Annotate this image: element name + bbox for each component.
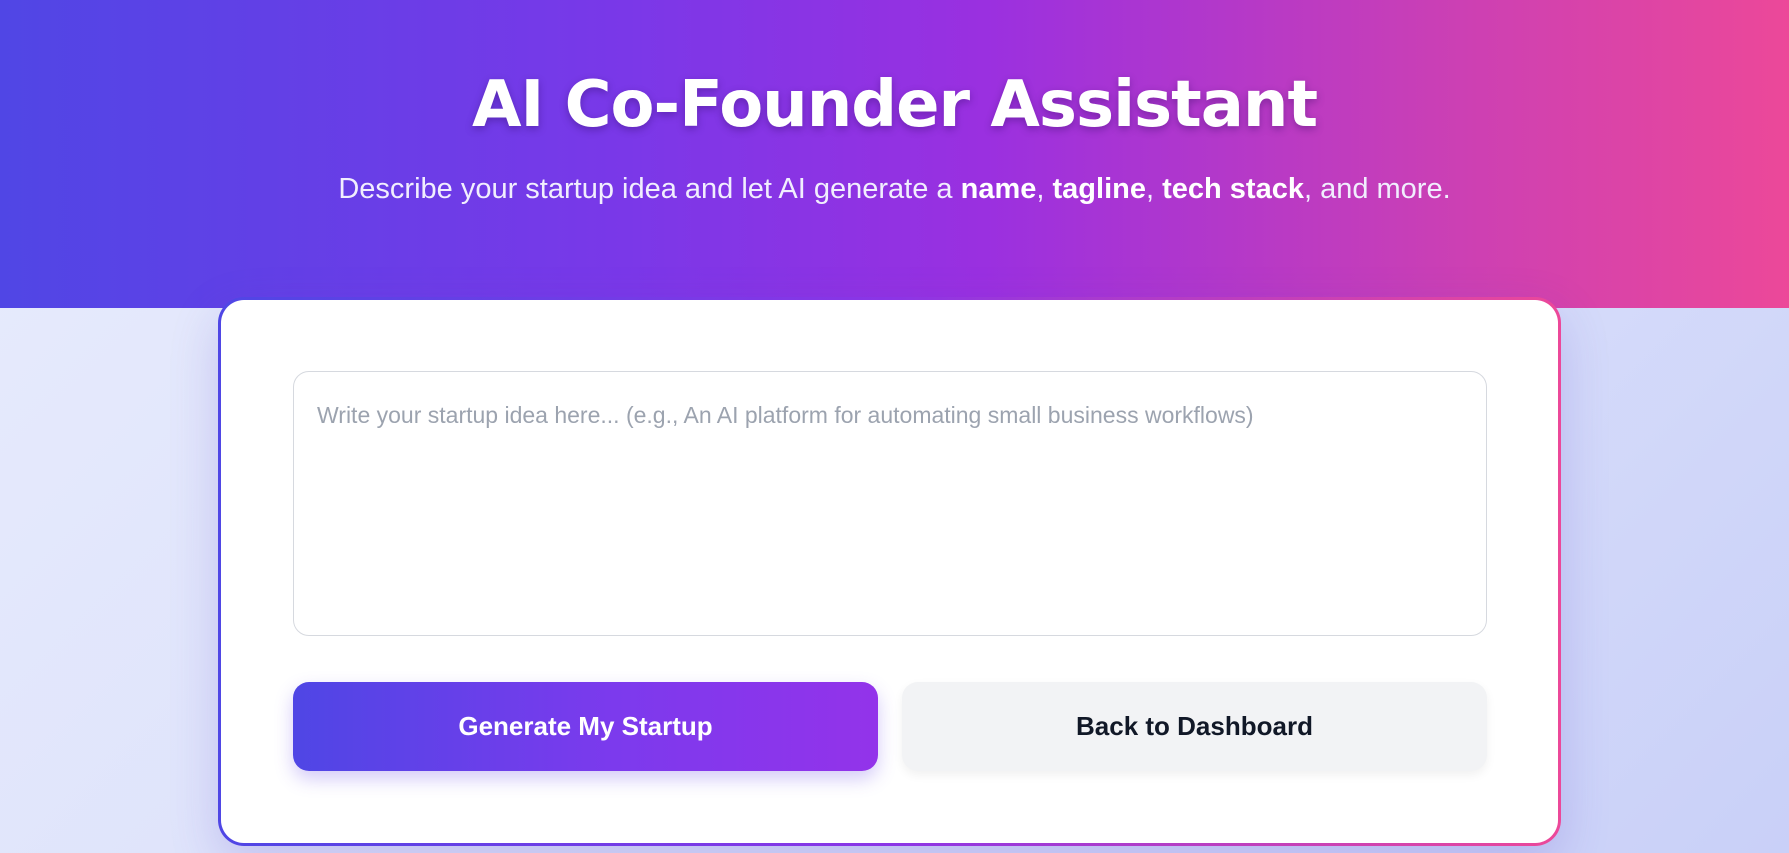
- hero-banner: AI Co-Founder Assistant Describe your st…: [0, 0, 1789, 308]
- subtitle-highlight-name: name: [960, 173, 1037, 205]
- generate-startup-button[interactable]: Generate My Startup: [293, 682, 878, 771]
- subtitle-separator: ,: [1145, 173, 1163, 205]
- subtitle-highlight-tagline: tagline: [1052, 173, 1146, 205]
- subtitle-separator: ,: [1036, 173, 1053, 205]
- subtitle-highlight-tech-stack: tech stack: [1162, 173, 1304, 205]
- page-title: AI Co-Founder Assistant: [471, 68, 1318, 142]
- page-subtitle: Describe your startup idea and let AI ge…: [0, 173, 1789, 206]
- back-to-dashboard-button[interactable]: Back to Dashboard: [902, 682, 1487, 771]
- subtitle-prefix: Describe your startup idea and let AI ge…: [338, 173, 961, 205]
- startup-idea-input[interactable]: [293, 371, 1487, 636]
- subtitle-suffix: , and more.: [1303, 173, 1451, 205]
